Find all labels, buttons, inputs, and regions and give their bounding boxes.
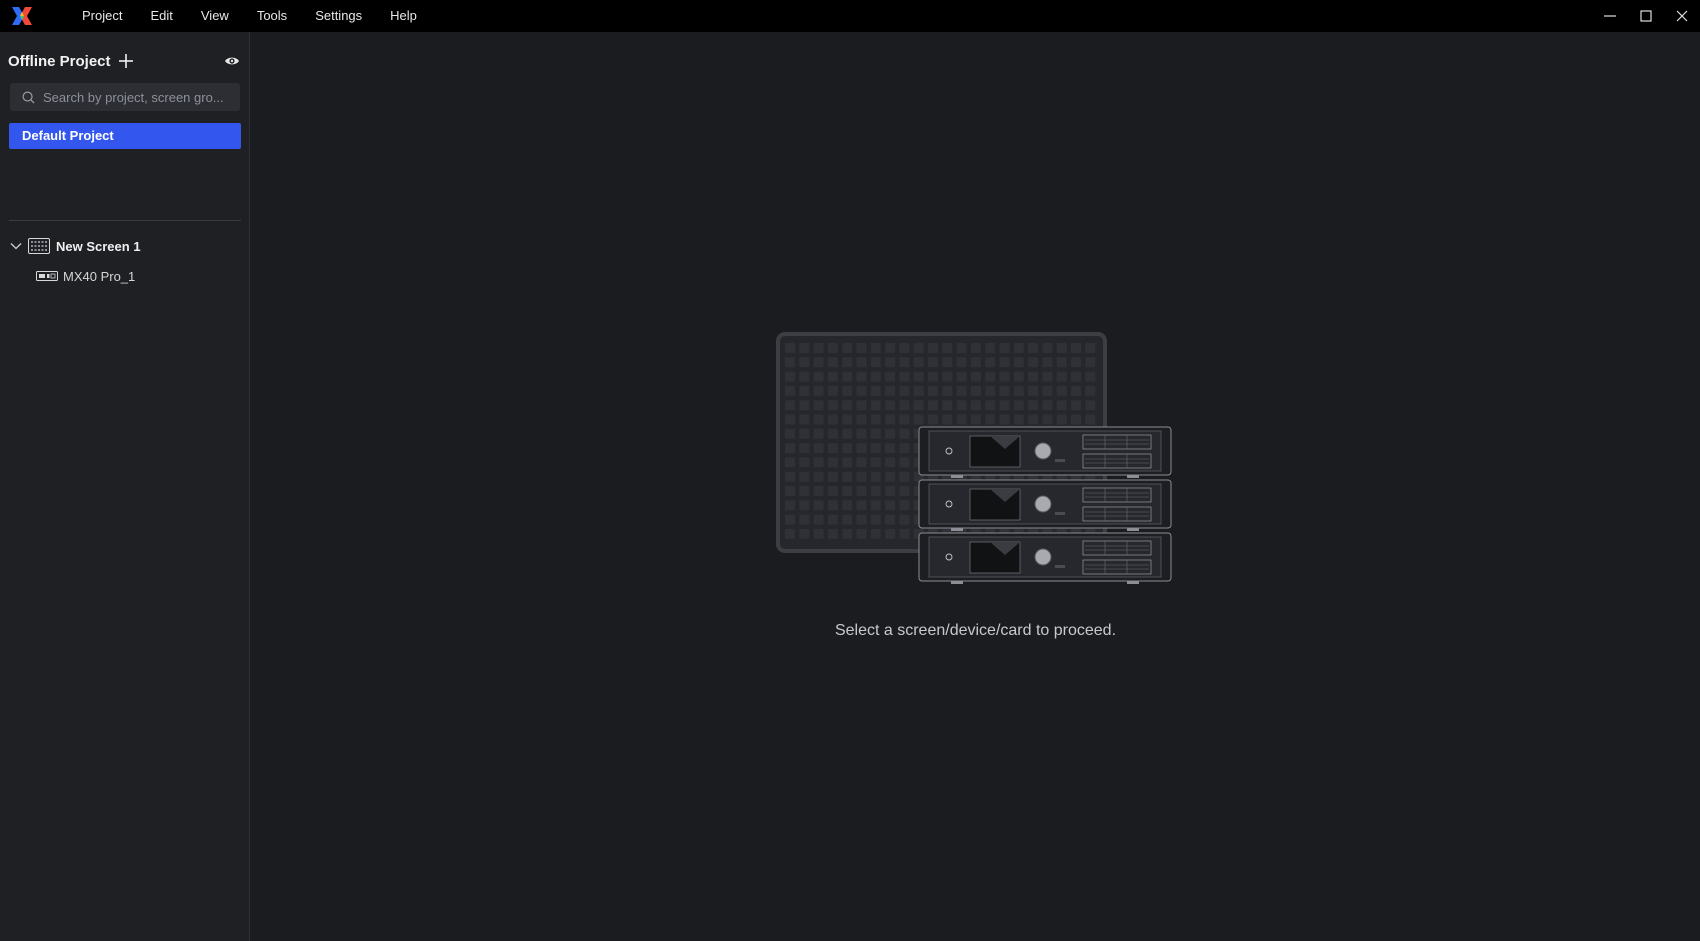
visibility-toggle-button[interactable] bbox=[224, 53, 240, 69]
empty-state-message: Select a screen/device/card to proceed. bbox=[834, 622, 1117, 639]
empty-state-illustration bbox=[776, 332, 1172, 584]
title-bar: Project Edit View Tools Settings Help bbox=[0, 0, 1700, 32]
project-sidebar: Offline Project Default Project bbox=[0, 32, 250, 941]
search-input[interactable] bbox=[43, 89, 233, 105]
close-button[interactable] bbox=[1664, 0, 1700, 32]
controller-device-icon bbox=[36, 271, 58, 281]
minimize-icon bbox=[1604, 15, 1616, 17]
project-header: Offline Project bbox=[8, 46, 242, 76]
menu-bar: Project Edit View Tools Settings Help bbox=[68, 0, 431, 32]
project-item-default[interactable]: Default Project bbox=[9, 123, 241, 149]
menu-project[interactable]: Project bbox=[68, 0, 136, 32]
chevron-down-icon[interactable] bbox=[10, 240, 22, 252]
window-controls bbox=[1592, 0, 1700, 32]
tree-screen-label: New Screen 1 bbox=[56, 238, 141, 254]
maximize-icon bbox=[1640, 10, 1652, 22]
menu-settings[interactable]: Settings bbox=[301, 0, 376, 32]
search-icon bbox=[22, 91, 35, 103]
project-search bbox=[10, 83, 240, 111]
app-logo-icon bbox=[12, 7, 32, 25]
main-workspace: Select a screen/device/card to proceed. bbox=[251, 32, 1700, 941]
close-icon bbox=[1676, 10, 1688, 22]
add-project-button[interactable] bbox=[117, 52, 135, 70]
sidebar-divider bbox=[9, 220, 241, 221]
led-screen-icon bbox=[28, 238, 50, 254]
tree-item-screen[interactable]: New Screen 1 bbox=[10, 235, 141, 257]
eye-icon bbox=[225, 57, 239, 65]
menu-edit[interactable]: Edit bbox=[136, 0, 186, 32]
plus-icon bbox=[118, 54, 133, 68]
tree-device-label: MX40 Pro_1 bbox=[63, 268, 136, 284]
menu-tools[interactable]: Tools bbox=[243, 0, 301, 32]
minimize-button[interactable] bbox=[1592, 0, 1628, 32]
tree-item-device[interactable]: MX40 Pro_1 bbox=[36, 266, 135, 286]
menu-view[interactable]: View bbox=[187, 0, 243, 32]
project-panel-title: Offline Project bbox=[8, 52, 111, 70]
maximize-button[interactable] bbox=[1628, 0, 1664, 32]
menu-help[interactable]: Help bbox=[376, 0, 431, 32]
